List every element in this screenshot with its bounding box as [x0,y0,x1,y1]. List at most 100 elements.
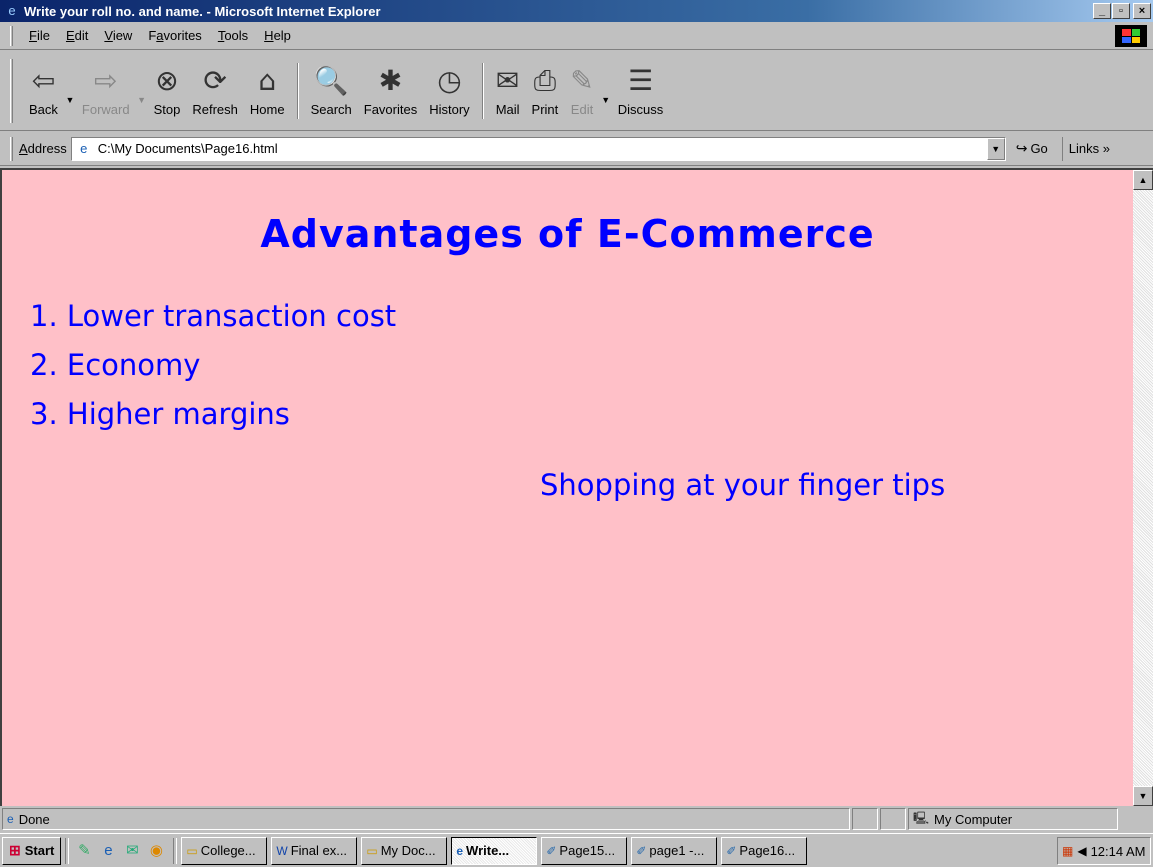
menu-favorites[interactable]: Favorites [140,26,209,45]
discuss-icon: ☰ [627,64,654,97]
address-bar: Address e ▼ ↪ Go Links » [0,132,1153,166]
list-item: 1. Lower transaction cost [30,299,397,333]
status-panel-empty [880,808,906,830]
taskbar-button-college[interactable]: ▭ College... [181,836,268,865]
taskbar-button-page16[interactable]: ✐ Page16... [721,836,808,865]
menu-help[interactable]: Help [256,26,299,45]
toolbar-grip[interactable] [10,58,13,123]
address-bar-grip[interactable] [10,136,13,161]
ie-icon: e [456,843,464,858]
taskbar-button-write-ie[interactable]: e Write... [451,836,538,865]
menu-bar-grip[interactable] [10,25,13,46]
links-button[interactable]: Links » [1061,136,1110,161]
discuss-button[interactable]: ☰ Discuss [612,57,670,125]
start-button[interactable]: ⊞ Start [2,836,62,865]
arrow-up-icon: ▲ [1138,175,1148,185]
print-button[interactable]: ⎙ Print [526,57,565,125]
menu-bar: File Edit View Favorites Tools Help [0,22,1153,50]
refresh-button[interactable]: ⟳ Refresh [186,57,244,125]
go-arrow-icon: ↪ [1015,140,1028,156]
search-icon: 🔍 [313,64,349,97]
status-text-panel: e Done [2,808,850,830]
advantages-list: 1. Lower transaction cost 2. Economy 3. … [30,296,396,443]
dropdown-arrow-icon: ▼ [137,94,147,105]
address-dropdown-button[interactable]: ▼ [986,137,1005,160]
show-desktop-icon[interactable]: ✎ [73,840,95,862]
taskbar-button-page15[interactable]: ✐ Page15... [541,836,628,865]
window-title: Write your roll no. and name. - Microsof… [24,3,381,19]
stop-icon: ⊗ [155,64,179,97]
search-button[interactable]: 🔍 Search [305,57,358,125]
media-player-icon[interactable]: ◉ [145,840,167,862]
edit-dropdown-button[interactable]: ▼ [600,57,612,125]
mail-button[interactable]: ✉ Mail [490,57,526,125]
back-arrow-icon: ⇦ [31,64,56,97]
address-input[interactable] [97,141,978,156]
back-button[interactable]: ⇦ Back [23,57,64,125]
edit-button[interactable]: ✎ Edit [564,57,599,125]
back-dropdown-button[interactable]: ▼ [64,57,76,125]
taskbar-button-page1[interactable]: ✐ page1 -... [631,836,718,865]
standard-toolbar: ⇦ Back ▼ ⇨ Forward ▼ ⊗ Stop ⟳ Refresh ⌂ … [0,51,1153,131]
minimize-button[interactable]: _ [1093,3,1111,19]
windows-logo-throbber [1115,25,1147,47]
home-icon: ⌂ [258,64,277,97]
address-label: Address [19,141,67,156]
arrow-down-icon: ▼ [1138,791,1148,801]
history-button[interactable]: ◷ History [423,57,475,125]
taskbar-button-my-documents[interactable]: ▭ My Doc... [361,836,448,865]
page-heading: Advantages of E-Commerce [260,212,875,256]
taskbar: ⊞ Start ✎ e ✉ ◉ ▭ College... W Final ex...… [0,833,1153,867]
edit-icon: ✎ [570,64,594,97]
maximize-button[interactable]: ▫ [1112,3,1130,19]
scroll-up-button[interactable]: ▲ [1133,170,1153,190]
taskbar-separator [65,837,70,864]
dropdown-arrow-icon: ▼ [65,94,75,105]
forward-button[interactable]: ⇨ Forward [76,57,136,125]
menu-view[interactable]: View [96,26,140,45]
security-zone-panel: 🖳 My Computer [908,808,1118,830]
close-button[interactable]: × [1133,3,1151,19]
volume-icon[interactable]: ◀ [1077,844,1086,858]
web-page: Advantages of E-Commerce 1. Lower transa… [2,170,1133,806]
go-button[interactable]: ↪ Go [1016,140,1048,157]
home-button[interactable]: ⌂ Home [244,57,291,125]
taskbar-separator [173,837,178,864]
browser-viewport: Advantages of E-Commerce 1. Lower transa… [0,168,1153,806]
html-page-icon: ✐ [726,843,737,858]
ie-launch-icon[interactable]: e [97,840,119,862]
history-icon: ◷ [437,64,462,97]
quick-launch: ✎ e ✉ ◉ [73,840,169,862]
print-icon: ⎙ [533,64,557,97]
html-page-icon: ✐ [546,843,557,858]
menu-tools[interactable]: Tools [210,26,256,45]
ie-icon: e [8,3,16,18]
list-item: 3. Higher margins [30,397,290,431]
ie-page-icon: e [7,812,14,826]
menu-edit[interactable]: Edit [58,26,96,45]
dropdown-arrow-icon: ▼ [991,143,1001,154]
stop-button[interactable]: ⊗ Stop [148,57,187,125]
window-controls: _ ▫ × [1092,3,1151,19]
network-icon[interactable]: ▦ [1062,844,1073,858]
vertical-scrollbar[interactable]: ▲ ▼ [1133,170,1153,806]
forward-dropdown-button[interactable]: ▼ [136,57,148,125]
scroll-down-button[interactable]: ▼ [1133,786,1153,806]
dropdown-arrow-icon: ▼ [601,94,611,105]
clock[interactable]: 12:14 AM [1091,844,1146,859]
list-item: 2. Economy [30,348,201,382]
title-bar[interactable]: e Write your roll no. and name. - Micros… [0,0,1153,22]
forward-arrow-icon: ⇨ [94,64,118,97]
windows-logo-icon [1122,29,1140,43]
folder-icon: ▭ [186,843,198,858]
menu-file[interactable]: File [21,26,58,45]
favorites-button[interactable]: ✱ Favorites [358,57,423,125]
status-panel-empty [852,808,878,830]
taskbar-button-final-exam[interactable]: W Final ex... [271,836,358,865]
system-tray: ▦ ◀ 12:14 AM [1057,837,1151,865]
status-bar: e Done 🖳 My Computer [0,806,1153,832]
outlook-express-icon[interactable]: ✉ [121,840,143,862]
folder-icon: ▭ [366,843,378,858]
address-field[interactable]: e ▼ [70,136,1006,161]
tagline-text: Shopping at your finger tips [540,468,946,502]
